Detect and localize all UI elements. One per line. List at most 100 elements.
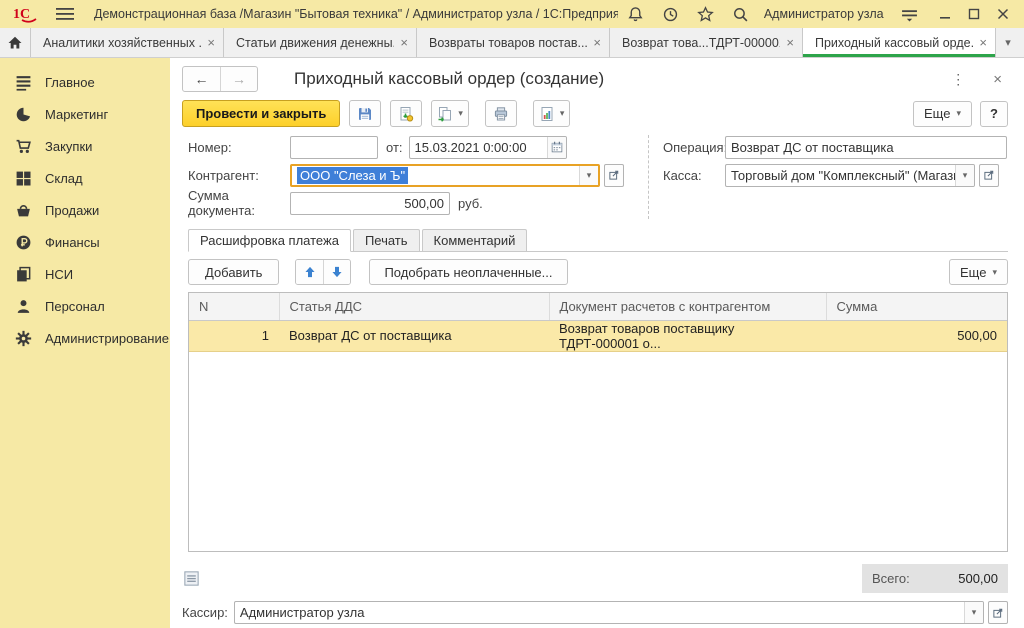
notifications-button[interactable] — [627, 6, 644, 23]
counterparty-input[interactable]: ООО "Слеза и Ъ" ▾ — [290, 164, 600, 187]
tab-payment-details[interactable]: Расшифровка платежа — [188, 229, 351, 252]
calendar-button[interactable] — [547, 137, 566, 158]
maximize-button[interactable] — [964, 5, 985, 23]
tab-close-icon[interactable]: × — [979, 36, 987, 49]
cashbox-dropdown-button[interactable]: ▾ — [955, 165, 974, 186]
sidebar-item-purchases[interactable]: Закупки — [0, 130, 170, 162]
hamburger-icon — [56, 7, 74, 21]
calendar-icon — [551, 141, 563, 153]
post-document-button[interactable] — [390, 100, 422, 127]
move-up-button[interactable] — [296, 260, 323, 284]
bell-icon — [627, 6, 644, 23]
tab-return-document[interactable]: Возврат това...ТДРТ-000001 × — [610, 28, 803, 57]
print-button[interactable] — [485, 100, 517, 127]
kebab-menu-icon[interactable]: ⋮ — [951, 71, 965, 88]
search-button[interactable] — [732, 6, 749, 23]
tab-print[interactable]: Печать — [353, 229, 420, 251]
close-window-button[interactable] — [993, 5, 1014, 23]
main-menu-button[interactable] — [56, 7, 74, 21]
operation-input[interactable]: Возврат ДС от поставщика — [725, 136, 1007, 159]
sidebar-item-sales[interactable]: Продажи — [0, 194, 170, 226]
form-footer: Всего: 500,00 — [184, 564, 1008, 593]
total-value: 500,00 — [958, 571, 998, 586]
post-and-close-button[interactable]: Провести и закрыть — [182, 100, 340, 127]
create-based-on-icon — [437, 106, 453, 122]
form-header: ← → Приходный кассовый ордер (создание) … — [182, 64, 1008, 94]
cashier-input[interactable]: Администратор узла ▾ — [234, 601, 984, 624]
number-input[interactable] — [290, 136, 378, 159]
ruble-coin-icon — [15, 234, 32, 251]
form-close-icon[interactable]: × — [993, 71, 1002, 88]
tab-returns-list[interactable]: Возвраты товаров постав... × — [417, 28, 610, 57]
cell-settlement-doc[interactable]: Возврат товаров поставщику ТДРТ-000001 о… — [549, 320, 826, 351]
tab-close-icon[interactable]: × — [400, 36, 408, 49]
tab-cashflow-items[interactable]: Статьи движения денежны... × — [224, 28, 417, 57]
cashbox-label: Касса: — [663, 168, 725, 183]
column-header-n[interactable]: N — [189, 293, 279, 320]
cashier-open-button[interactable] — [988, 601, 1008, 624]
sidebar-item-masterdata[interactable]: НСИ — [0, 258, 170, 290]
more-button[interactable]: Еще ▾ — [913, 101, 972, 127]
date-input[interactable]: 15.03.2021 0:00:00 — [409, 136, 567, 159]
save-button[interactable] — [349, 100, 381, 127]
service-menu-icon — [901, 6, 918, 23]
cell-sum[interactable]: 500,00 — [826, 320, 1007, 351]
home-tab[interactable] — [0, 28, 31, 57]
add-row-button[interactable]: Добавить — [188, 259, 279, 285]
amount-input[interactable]: 500,00 — [290, 192, 450, 215]
tab-comment[interactable]: Комментарий — [422, 229, 528, 251]
pick-unpaid-button[interactable]: Подобрать неоплаченные... — [369, 259, 567, 285]
chevron-down-icon: ▾ — [992, 267, 997, 278]
back-button[interactable]: ← — [183, 67, 220, 91]
tab-close-icon[interactable]: × — [593, 36, 601, 49]
sidebar-item-label: Персонал — [45, 299, 105, 314]
chevron-down-icon: ▾ — [1005, 36, 1011, 49]
sidebar-item-main[interactable]: Главное — [0, 66, 170, 98]
tab-close-icon[interactable]: × — [207, 36, 215, 49]
history-button[interactable] — [662, 6, 679, 23]
cashbox-input[interactable]: Торговый дом "Комплексный" (Магазин "Пр … — [725, 164, 975, 187]
sidebar-item-finance[interactable]: Финансы — [0, 226, 170, 258]
counterparty-open-button[interactable] — [604, 164, 624, 187]
current-user[interactable]: Администратор узла — [764, 7, 884, 21]
cashier-dropdown-button[interactable]: ▾ — [964, 602, 983, 623]
move-down-button[interactable] — [323, 260, 350, 284]
table-more-button[interactable]: Еще ▾ — [949, 259, 1008, 285]
column-header-cashflow-item[interactable]: Статья ДДС — [279, 293, 549, 320]
onec-logo-icon: 1С — [12, 4, 42, 24]
column-header-sum[interactable]: Сумма — [826, 293, 1007, 320]
counterparty-dropdown-button[interactable]: ▾ — [579, 166, 598, 185]
cell-row-number[interactable]: 1 — [189, 320, 279, 351]
favorites-button[interactable] — [697, 6, 714, 23]
footer-note-button[interactable] — [184, 571, 199, 586]
tab-analytics[interactable]: Аналитики хозяйственных ... × — [31, 28, 224, 57]
cell-cashflow-item[interactable]: Возврат ДС от поставщика — [279, 320, 549, 351]
basket-icon — [15, 202, 32, 219]
tab-cash-receipt-order[interactable]: Приходный кассовый орде... × — [803, 28, 996, 57]
forward-button[interactable]: → — [220, 67, 257, 91]
cashbox-open-button[interactable] — [979, 164, 999, 187]
sidebar-item-warehouse[interactable]: Склад — [0, 162, 170, 194]
minimize-button[interactable] — [935, 5, 956, 23]
sidebar-item-label: Главное — [45, 75, 95, 90]
sidebar-item-personnel[interactable]: Персонал — [0, 290, 170, 322]
tab-close-icon[interactable]: × — [786, 36, 794, 49]
more-button-label: Еще — [924, 106, 950, 121]
sidebar-item-label: Администрирование — [45, 331, 169, 346]
document-form-panel: ← → Приходный кассовый ордер (создание) … — [170, 58, 1024, 628]
reports-button[interactable]: ▾ — [533, 100, 571, 127]
service-menu-button[interactable] — [901, 6, 918, 23]
home-icon — [7, 35, 23, 51]
tab-overflow-button[interactable]: ▾ — [996, 28, 1020, 57]
create-based-on-button[interactable]: ▾ — [431, 100, 469, 127]
note-lines-icon — [184, 571, 199, 586]
currency-label: руб. — [458, 196, 483, 211]
help-button[interactable]: ? — [980, 101, 1008, 127]
person-icon — [15, 298, 32, 315]
column-header-settlement-doc[interactable]: Документ расчетов с контрагентом — [549, 293, 826, 320]
sidebar-item-administration[interactable]: Администрирование — [0, 322, 170, 354]
table-row[interactable]: 1 Возврат ДС от поставщика Возврат товар… — [189, 320, 1007, 351]
gear-icon — [15, 330, 32, 347]
sidebar-item-marketing[interactable]: Маркетинг — [0, 98, 170, 130]
open-icon — [992, 607, 1004, 619]
